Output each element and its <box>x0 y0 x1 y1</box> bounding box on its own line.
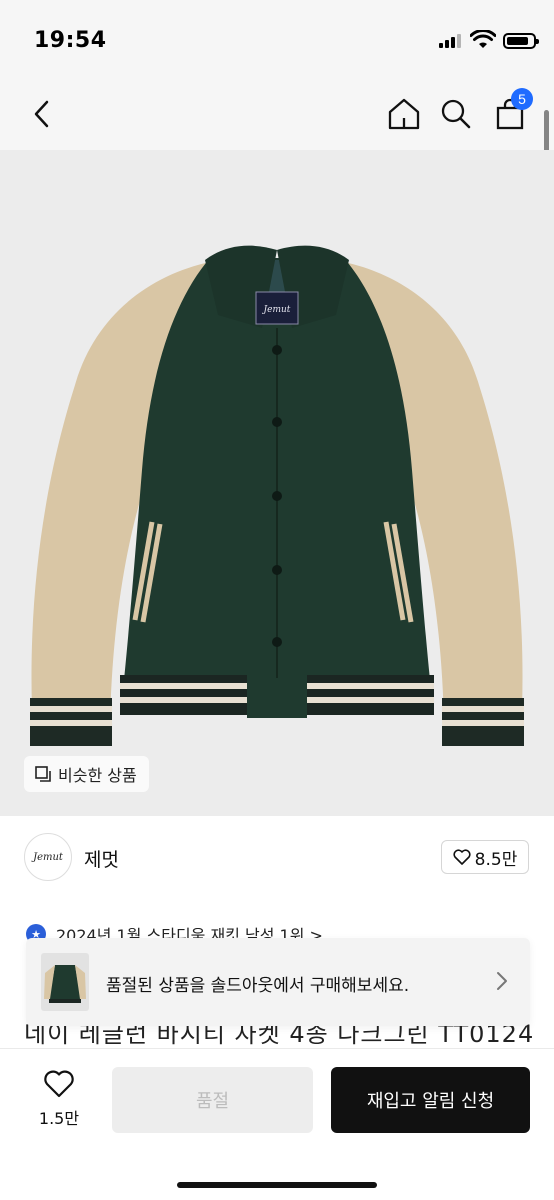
similar-items-icon <box>35 766 51 782</box>
battery-icon <box>503 33 539 49</box>
product-image[interactable]: Jemut <box>0 150 554 816</box>
status-time: 19:54 <box>34 28 107 53</box>
brand-logo-text: Jemut <box>33 851 63 863</box>
search-button[interactable] <box>436 94 476 134</box>
brand-logo[interactable]: Jemut <box>24 833 72 881</box>
cellular-signal-icon <box>439 34 465 48</box>
similar-products-button[interactable]: 비슷한 상품 <box>24 756 149 792</box>
soldout-banner-text: 품절된 상품을 솔드아웃에서 구매해보세요. <box>106 976 410 996</box>
wifi-icon <box>470 30 496 48</box>
brand-like-count: 8.5만 <box>474 849 518 870</box>
battery-level <box>507 37 528 45</box>
wishlist-count: 1.5만 <box>38 1109 80 1128</box>
back-button[interactable] <box>22 94 62 134</box>
search-icon <box>441 99 471 129</box>
right-cuff <box>442 698 524 746</box>
cart-button[interactable]: 5 <box>490 88 533 134</box>
wishlist-button[interactable]: 1.5만 <box>28 1069 90 1139</box>
varsity-jacket-photo: Jemut <box>30 245 524 746</box>
cart-count-badge: 5 <box>511 88 533 110</box>
jacket-label-logo: Jemut <box>262 305 291 315</box>
left-cuff <box>30 698 112 746</box>
home-indicator[interactable] <box>177 1182 377 1188</box>
heart-icon <box>453 849 471 865</box>
chevron-left-icon <box>34 100 49 128</box>
similar-products-label: 비슷한 상품 <box>58 766 137 785</box>
bottom-action-bar: 1.5만 품절 재입고 알림 신청 <box>0 1048 554 1200</box>
brand-like-button[interactable]: 8.5만 <box>441 840 529 874</box>
brand-row: Jemut 제멋 8.5만 <box>0 816 554 898</box>
soldout-button[interactable]: 품절 <box>112 1067 313 1133</box>
heart-outline-icon <box>44 1070 74 1098</box>
banner-product-thumbnail <box>41 953 89 1011</box>
restock-alert-button[interactable]: 재입고 알림 신청 <box>331 1067 530 1133</box>
brand-name[interactable]: 제멋 <box>84 845 119 872</box>
waistband <box>120 672 434 718</box>
chevron-right-icon <box>497 972 507 990</box>
home-button[interactable] <box>384 94 424 134</box>
home-icon <box>388 98 420 130</box>
navigation-bar: 5 <box>0 80 554 150</box>
soldout-banner[interactable]: 품절된 상품을 솔드아웃에서 구매해보세요. <box>26 938 530 1026</box>
status-bar: 19:54 <box>0 0 554 80</box>
